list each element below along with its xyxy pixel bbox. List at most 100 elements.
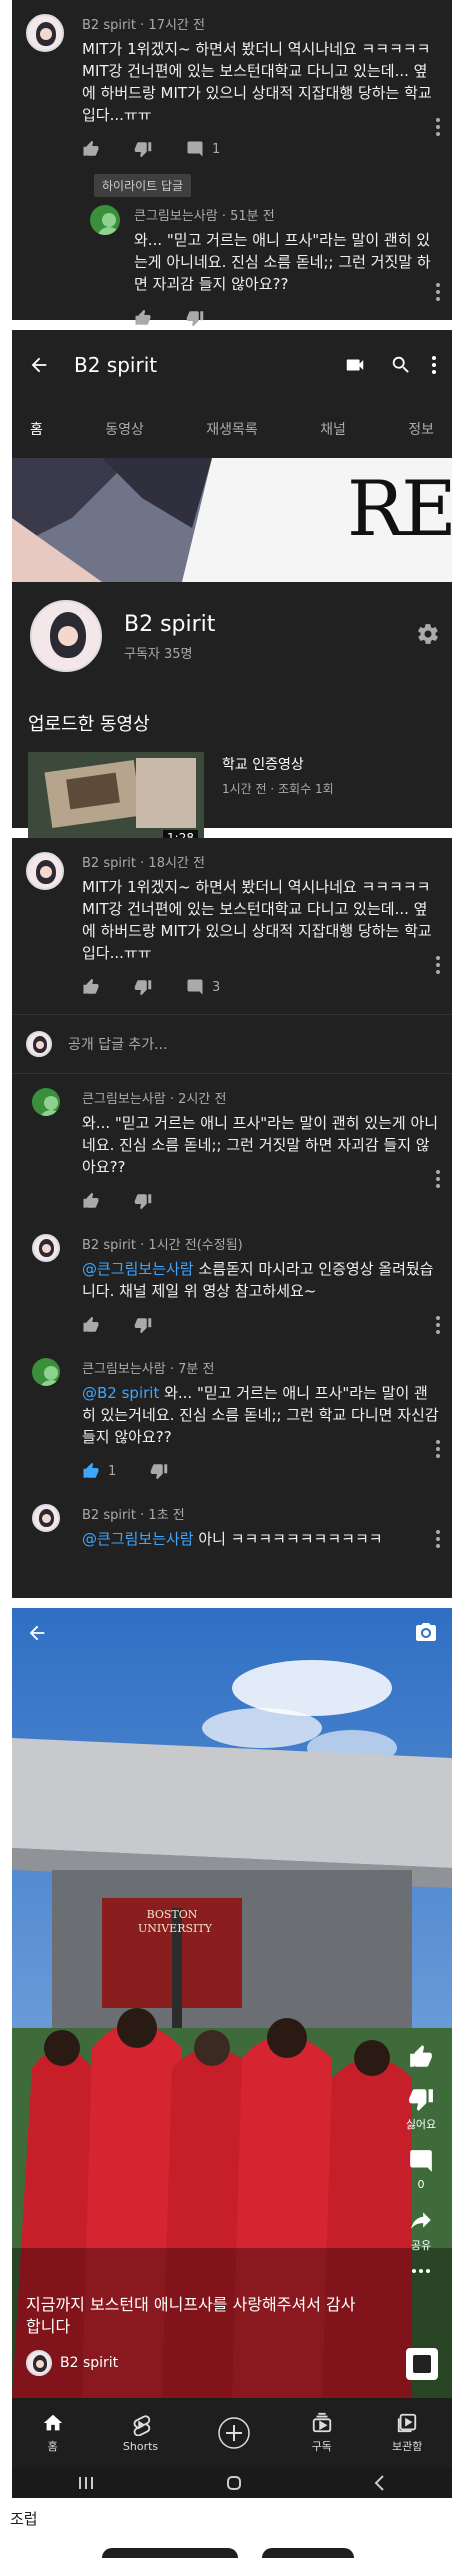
reply-text: @큰그림보는사람 소름돋지 마시라고 인증영상 올려뒀습니다. 채널 제일 위 …: [82, 1258, 440, 1302]
thumbs-up-icon: [410, 2045, 432, 2067]
reply-button[interactable]: 3: [186, 978, 220, 996]
reply-meta: B2 spirit · 1시간 전(수정됨): [82, 1238, 243, 1253]
sound-thumbnail[interactable]: [406, 2348, 438, 2380]
dislike-action[interactable]: 싫어요: [406, 2086, 436, 2132]
comment-time: 18시간 전: [148, 856, 205, 871]
reply-meta: 큰그림보는사람 · 7분 전: [82, 1362, 215, 1377]
thumbs-up-icon: [83, 1192, 99, 1208]
channel-tabs: 홈 동영상 재생목록 채널 정보: [12, 400, 452, 458]
nav-create[interactable]: [217, 2416, 251, 2450]
avatar[interactable]: [26, 852, 64, 890]
reply-time: 1초 전: [148, 1508, 185, 1523]
shorts-video-frame[interactable]: [12, 1608, 452, 2398]
more-options-icon[interactable]: [436, 118, 440, 136]
reply-prompt[interactable]: 공개 답글 추가...: [12, 1014, 452, 1074]
share-action[interactable]: 공유: [408, 2207, 434, 2253]
nav-subscriptions[interactable]: 구독: [311, 2412, 333, 2454]
channel-banner: RE: [12, 458, 452, 582]
app-bar: B2 spirit: [12, 330, 452, 400]
comment-author: B2 spirit: [82, 856, 137, 871]
tab-about[interactable]: 정보: [408, 419, 434, 439]
reply-text: 와... "믿고 거르는 애니 프사"라는 말이 괜히 있는게 아니네요. 진심…: [82, 1112, 440, 1178]
recent-apps-icon[interactable]: [77, 2475, 95, 2491]
dislike-button[interactable]: [134, 978, 152, 996]
like-button[interactable]: 1: [82, 1462, 116, 1480]
nav-shorts[interactable]: Shorts: [123, 2414, 158, 2453]
tab-videos[interactable]: 동영상: [105, 419, 144, 439]
like-button[interactable]: [134, 309, 152, 327]
nav-home[interactable]: 홈: [42, 2412, 64, 2454]
back-arrow-icon[interactable]: [26, 1622, 48, 1644]
reply-meta: 큰그림보는사람 · 51분 전: [134, 209, 275, 224]
like-button[interactable]: [82, 140, 100, 158]
more-options-icon[interactable]: [432, 356, 436, 374]
reply-mention[interactable]: @큰그림보는사람: [82, 1260, 194, 1278]
reply-meta: B2 spirit · 1초 전: [82, 1508, 185, 1523]
back-chevron-icon[interactable]: [373, 2474, 387, 2492]
thumbs-down-icon: [134, 1194, 152, 1210]
more-options-icon[interactable]: [412, 2269, 430, 2273]
video-camera-icon[interactable]: [344, 354, 366, 376]
shorts-icon: [133, 2414, 150, 2436]
reply-body: 와... "믿고 거르는 애니 프사"라는 말이 괜히 있는게 아니네요. 진심…: [82, 1114, 439, 1176]
comment-thread-panel: B2 spirit · 18시간 전 MIT가 1위겠지~ 하면서 봤더니 역시…: [12, 838, 452, 1598]
comment-icon: [187, 979, 203, 995]
avatar[interactable]: [90, 205, 120, 235]
reply-author: 큰그림보는사람: [134, 209, 218, 224]
shorts-channel[interactable]: B2 spirit: [26, 2350, 118, 2376]
more-options-icon[interactable]: [436, 283, 440, 301]
like-button[interactable]: [82, 1316, 100, 1334]
channel-info: B2 spirit 구독자 35명: [12, 582, 452, 688]
search-icon[interactable]: [390, 354, 412, 376]
avatar[interactable]: [32, 1088, 60, 1116]
dislike-button[interactable]: [186, 309, 204, 327]
more-options-icon[interactable]: [436, 1440, 440, 1458]
reply-meta: 큰그림보는사람 · 2시간 전: [82, 1092, 227, 1107]
dislike-button[interactable]: [134, 1192, 152, 1210]
dislike-button[interactable]: [134, 1316, 152, 1334]
reply-mention[interactable]: @B2 spirit: [82, 1384, 159, 1402]
camera-icon[interactable]: [414, 1620, 438, 1644]
channel-avatar[interactable]: [30, 600, 102, 672]
tab-channels[interactable]: 채널: [320, 419, 346, 439]
reply-actions: [82, 1314, 440, 1336]
like-button[interactable]: [82, 1192, 100, 1210]
more-options-icon[interactable]: [436, 1316, 440, 1334]
video-title[interactable]: 학교 인증영상: [222, 754, 334, 774]
video-meta: 1시간 전 · 조회수 1회: [222, 782, 334, 796]
reply-author: 큰그림보는사람: [82, 1362, 166, 1377]
comment-meta: B2 spirit · 18시간 전: [82, 856, 205, 871]
side-actions: 싫어요 0 공유: [398, 2044, 444, 2273]
comments-action[interactable]: 0: [408, 2148, 434, 2191]
footer-pill-right: [262, 2548, 354, 2558]
dislike-button[interactable]: [134, 140, 152, 158]
nav-library[interactable]: 보관함: [392, 2412, 422, 2454]
avatar[interactable]: [32, 1504, 60, 1532]
like-action[interactable]: [408, 2044, 434, 2070]
like-button[interactable]: [82, 978, 100, 996]
reply: 큰그림보는사람 · 7분 전 @B2 spirit 와... "믿고 거르는 애…: [12, 1344, 452, 1490]
back-arrow-icon[interactable]: [28, 354, 50, 376]
tab-home[interactable]: 홈: [30, 419, 43, 439]
reply-text: @큰그림보는사람 아니 ㅋㅋㅋㅋㅋㅋㅋㅋㅋㅋㅋ: [82, 1528, 440, 1550]
shorts-channel-name: B2 spirit: [60, 2355, 119, 2371]
tab-playlists[interactable]: 재생목록: [206, 419, 258, 439]
settings-gear-icon[interactable]: [416, 622, 440, 646]
home-circle-icon[interactable]: [225, 2474, 243, 2492]
avatar[interactable]: [32, 1234, 60, 1262]
dislike-button[interactable]: [150, 1462, 168, 1480]
video-thumbnail[interactable]: 1:28: [28, 752, 204, 850]
library-icon: [397, 2413, 417, 2433]
comment: B2 spirit · 18시간 전 MIT가 1위겠지~ 하면서 봤더니 역시…: [12, 838, 452, 1006]
more-options-icon[interactable]: [436, 956, 440, 974]
avatar[interactable]: [32, 1358, 60, 1386]
more-options-icon[interactable]: [436, 1170, 440, 1188]
thumbs-down-icon: [134, 142, 152, 158]
avatar[interactable]: [26, 14, 64, 52]
reply-input[interactable]: 공개 답글 추가...: [68, 1034, 168, 1054]
reply-mention[interactable]: @큰그림보는사람: [82, 1530, 194, 1548]
comment-icon: [187, 141, 203, 157]
nav-subscriptions-label: 구독: [311, 2440, 332, 2453]
more-options-icon[interactable]: [436, 1530, 440, 1548]
reply-button[interactable]: 1: [186, 140, 220, 158]
